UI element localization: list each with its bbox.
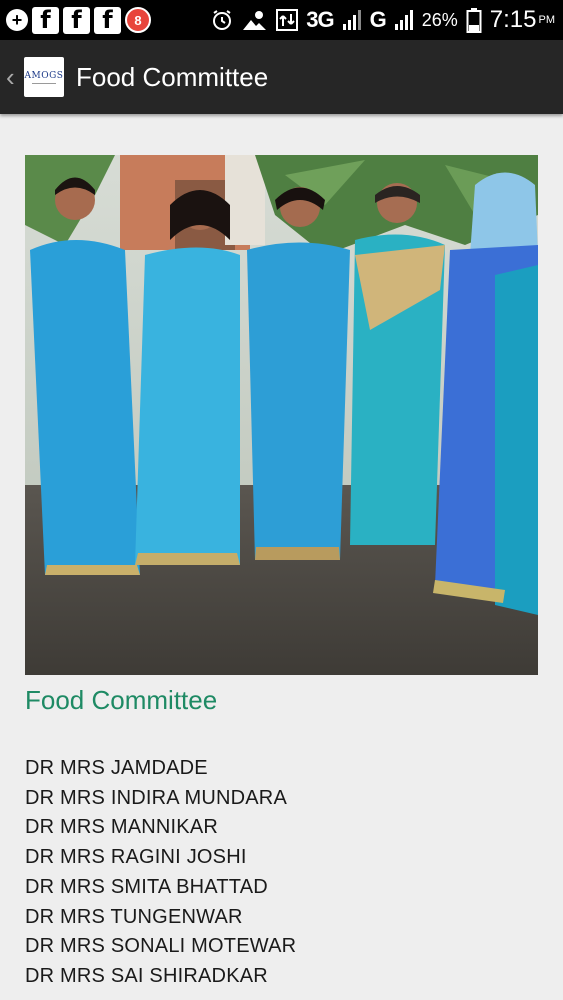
member-item: DR MRS SONALI MOTEWAR bbox=[25, 935, 297, 958]
member-item: DR MRS TUNGENWAR bbox=[25, 905, 243, 928]
action-bar: ‹ AMOGS Food Committee bbox=[0, 40, 563, 114]
member-list: DR MRS JAMDADE DR MRS INDIRA MUNDARA DR … bbox=[25, 754, 538, 992]
app-logo-text: AMOGS bbox=[24, 70, 64, 81]
signal-icon bbox=[394, 10, 413, 30]
member-item: DR MRS SMITA BHATTAD bbox=[25, 875, 268, 898]
clock-ampm: PM bbox=[538, 14, 556, 26]
weather-icon bbox=[243, 11, 267, 30]
notification-badge: 8 bbox=[125, 7, 151, 33]
page-title: Food Committee bbox=[76, 61, 269, 92]
signal-icon bbox=[342, 10, 361, 30]
member-item: DR MRS JAMDADE bbox=[25, 757, 208, 779]
battery-percent: 26% bbox=[421, 9, 458, 30]
app-logo[interactable]: AMOGS bbox=[24, 57, 64, 97]
member-item: DR MRS RAGINI JOSHI bbox=[25, 846, 247, 869]
clock: 7:15 bbox=[489, 6, 537, 33]
committee-photo bbox=[25, 155, 538, 675]
member-item: DR MRS INDIRA MUNDARA bbox=[25, 786, 287, 809]
battery-icon bbox=[466, 8, 482, 33]
facebook-icon: f bbox=[94, 6, 121, 34]
alarm-icon bbox=[213, 10, 232, 30]
member-item: DR MRS MANNIKAR bbox=[25, 816, 219, 839]
member-item: DR MRS SAI SHIRADKAR bbox=[25, 964, 268, 987]
data-transfer-icon bbox=[276, 9, 299, 31]
status-bar: + f f f 8 3G G 26% 7:15 PM bbox=[0, 0, 563, 40]
network-type-secondary: G bbox=[369, 7, 387, 32]
facebook-icon: f bbox=[63, 6, 90, 34]
logo-underline bbox=[32, 82, 56, 84]
back-icon[interactable]: ‹ bbox=[6, 62, 20, 93]
network-type: 3G bbox=[306, 7, 334, 32]
add-icon: + bbox=[6, 9, 28, 31]
main-content: Food Committee DR MRS JAMDADE DR MRS IND… bbox=[25, 155, 538, 992]
facebook-icon: f bbox=[32, 6, 59, 34]
section-title: Food Committee bbox=[25, 685, 218, 715]
